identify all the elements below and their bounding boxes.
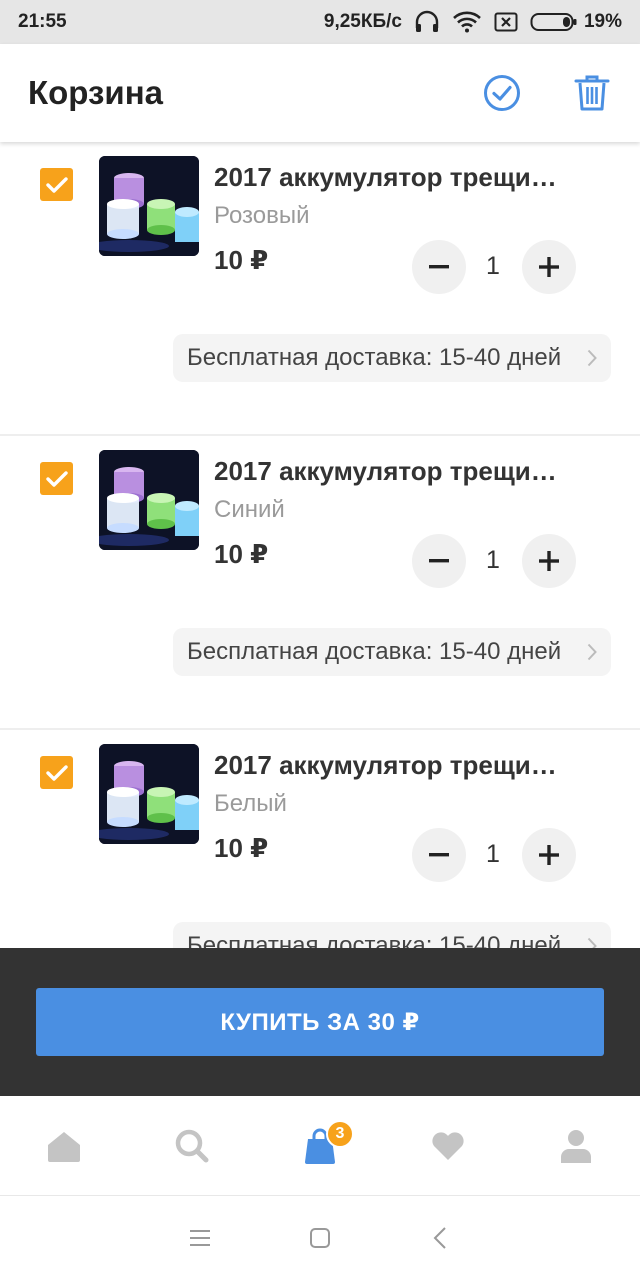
product-variant: Розовый [214, 202, 310, 229]
delivery-text: Бесплатная доставка: 15-40 дней [187, 932, 562, 948]
headphones-icon [414, 10, 440, 34]
buy-button[interactable]: КУПИТЬ ЗА 30 ₽ [36, 988, 604, 1056]
product-title[interactable]: 2017 аккумулятор трещи… [214, 162, 584, 193]
menu-icon[interactable] [180, 1218, 220, 1258]
quantity-increase-button[interactable] [522, 240, 576, 294]
quantity-decrease-button[interactable] [412, 240, 466, 294]
nav-favorites[interactable] [384, 1096, 512, 1195]
product-price: 10 ₽ [214, 539, 269, 569]
battery-indicator: 19% [530, 11, 622, 33]
product-image[interactable] [99, 450, 199, 550]
status-time: 21:55 [18, 11, 67, 32]
cart-item: 2017 аккумулятор трещи… Розовый 10 ₽ 1 Б… [0, 142, 640, 436]
cart-item: 2017 аккумулятор трещи… Белый 10 ₽ 1 Бес… [0, 730, 640, 948]
profile-icon [561, 1129, 591, 1163]
quantity-decrease-button[interactable] [412, 828, 466, 882]
delivery-info[interactable]: Бесплатная доставка: 15-40 дней [173, 334, 611, 382]
cart-item: 2017 аккумулятор трещи… Синий 10 ₽ 1 Бес… [0, 436, 640, 730]
bottom-navigation: 3 [0, 1096, 640, 1196]
status-bar: 21:55 9,25КБ/с 19% [0, 0, 640, 44]
nav-home[interactable] [0, 1096, 128, 1195]
nav-cart[interactable]: 3 [256, 1096, 384, 1195]
product-title[interactable]: 2017 аккумулятор трещи… [214, 750, 584, 781]
product-variant: Белый [214, 790, 287, 817]
product-price: 10 ₽ [214, 245, 269, 275]
plus-icon [539, 845, 559, 865]
delivery-text: Бесплатная доставка: 15-40 дней [187, 344, 562, 371]
search-icon [175, 1129, 209, 1162]
chevron-right-icon [587, 349, 597, 367]
select-all-check-icon[interactable] [482, 73, 522, 113]
chevron-right-icon [587, 937, 597, 948]
quantity-decrease-button[interactable] [412, 534, 466, 588]
battery-percent: 19% [583, 11, 622, 32]
home-square-icon[interactable] [300, 1218, 340, 1258]
item-checkbox[interactable] [40, 168, 73, 201]
plus-icon [539, 551, 559, 571]
product-image[interactable] [99, 744, 199, 844]
quantity-value: 1 [486, 546, 500, 574]
app-header: Корзина [0, 44, 640, 142]
heart-icon [432, 1131, 464, 1160]
minus-icon [429, 559, 449, 563]
cart-list[interactable]: 2017 аккумулятор трещи… Розовый 10 ₽ 1 Б… [0, 142, 640, 948]
delivery-info[interactable]: Бесплатная доставка: 15-40 дней [173, 628, 611, 676]
product-variant: Синий [214, 496, 285, 523]
wifi-icon [452, 11, 482, 33]
product-image[interactable] [99, 156, 199, 256]
minus-icon [429, 265, 449, 269]
quantity-increase-button[interactable] [522, 828, 576, 882]
item-checkbox[interactable] [40, 756, 73, 789]
nav-profile[interactable] [512, 1096, 640, 1195]
chevron-right-icon [587, 643, 597, 661]
trash-icon[interactable] [572, 73, 612, 113]
quantity-increase-button[interactable] [522, 534, 576, 588]
home-icon [48, 1131, 80, 1162]
network-speed: 9,25КБ/с [323, 11, 402, 32]
plus-icon [539, 257, 559, 277]
product-price: 10 ₽ [214, 833, 269, 863]
minus-icon [429, 853, 449, 857]
delivery-text: Бесплатная доставка: 15-40 дней [187, 638, 562, 665]
cart-count-badge: 3 [326, 1120, 354, 1148]
checkout-bar: КУПИТЬ ЗА 30 ₽ [0, 948, 640, 1096]
page-title: Корзина [28, 74, 163, 111]
product-title[interactable]: 2017 аккумулятор трещи… [214, 456, 584, 487]
item-checkbox[interactable] [40, 462, 73, 495]
quantity-value: 1 [486, 840, 500, 868]
delivery-info[interactable]: Бесплатная доставка: 15-40 дней [173, 922, 611, 948]
system-navigation [0, 1196, 640, 1280]
status-indicators: 9,25КБ/с 19% [324, 10, 622, 34]
header-actions [482, 73, 612, 113]
no-sim-icon [494, 12, 518, 32]
quantity-value: 1 [486, 252, 500, 280]
back-icon[interactable] [420, 1218, 460, 1258]
battery-icon [530, 13, 577, 31]
nav-search[interactable] [128, 1096, 256, 1195]
